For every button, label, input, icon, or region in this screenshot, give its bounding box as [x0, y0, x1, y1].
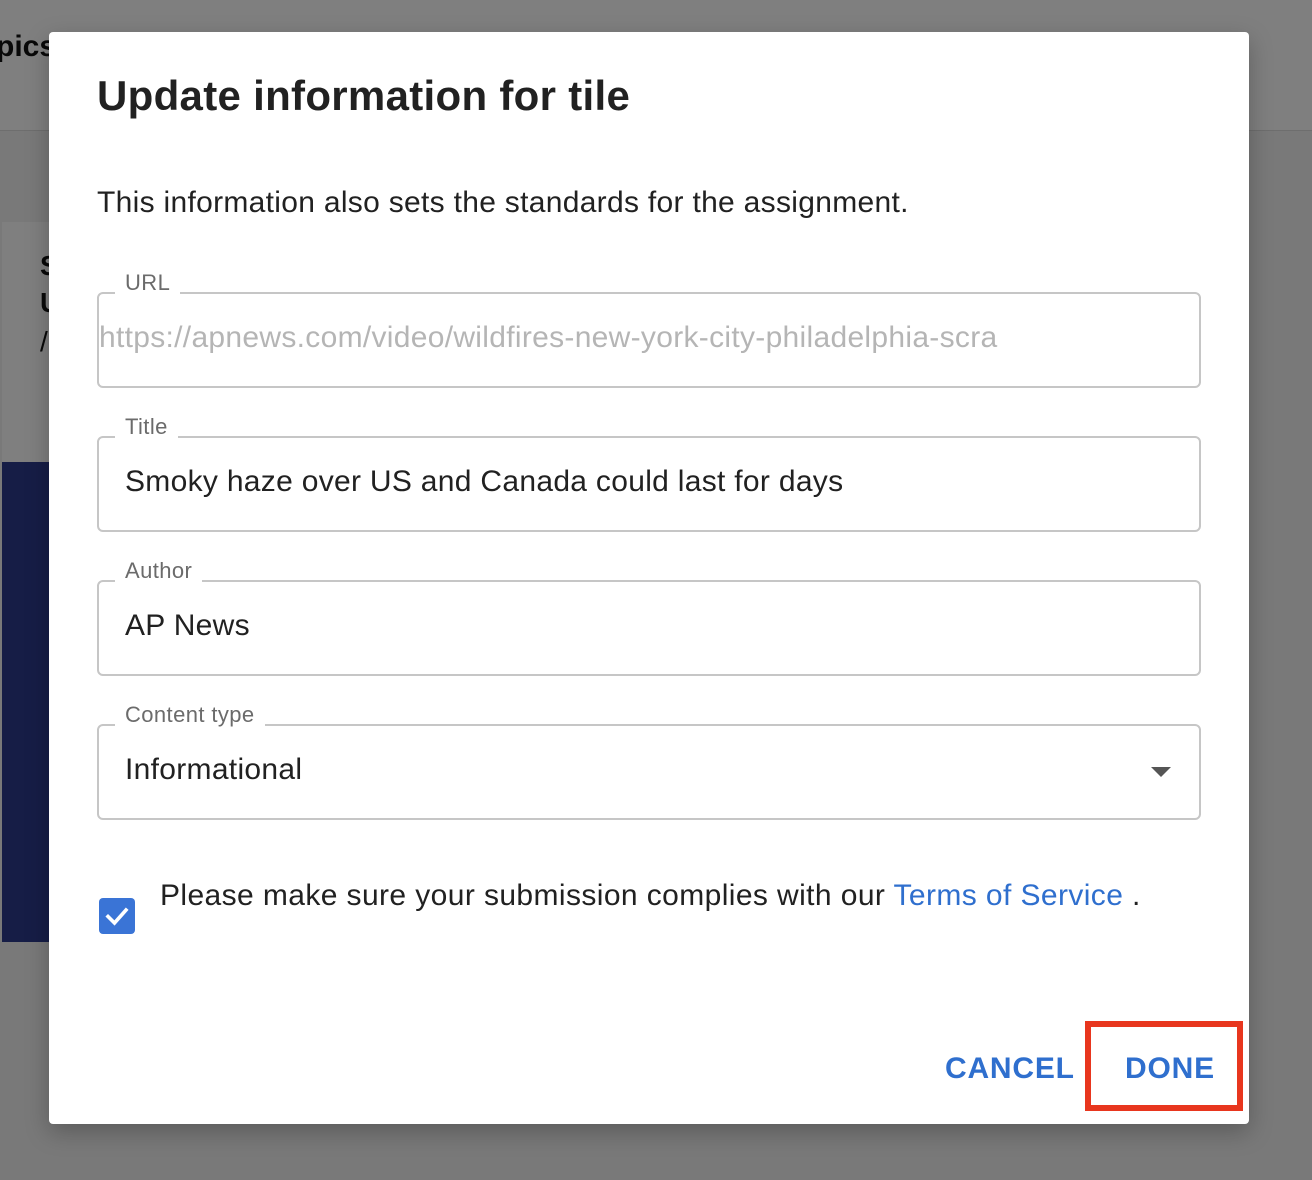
author-field-label: Author — [115, 556, 203, 586]
title-field-value[interactable]: Smoky haze over US and Canada could last… — [125, 462, 1173, 502]
terms-checkbox[interactable] — [99, 898, 135, 934]
content-type-label: Content type — [115, 700, 265, 730]
cancel-button[interactable]: CANCEL — [945, 1052, 1075, 1086]
update-tile-dialog: Update information for tile This informa… — [49, 32, 1249, 1124]
checkmark-icon — [105, 907, 129, 926]
terms-of-service-link[interactable]: Terms of Service — [894, 879, 1124, 912]
chevron-down-icon[interactable] — [1151, 767, 1171, 777]
terms-consent-text: Please make sure your submission complie… — [160, 872, 1170, 920]
consent-text-end: . — [1123, 879, 1141, 912]
consent-text: Please make sure your submission complie… — [160, 879, 894, 912]
content-type-select[interactable]: Content type Informational — [97, 700, 1201, 820]
url-field-label: URL — [115, 268, 181, 298]
done-button[interactable]: DONE — [1125, 1052, 1215, 1086]
title-field-label: Title — [115, 412, 178, 442]
dialog-title: Update information for tile — [97, 72, 631, 119]
url-field: URL https://apnews.com/video/wildfires-n… — [97, 268, 1201, 388]
author-field[interactable]: Author AP News — [97, 556, 1201, 676]
url-field-value: https://apnews.com/video/wildfires-new-y… — [99, 321, 998, 354]
title-field[interactable]: Title Smoky haze over US and Canada coul… — [97, 412, 1201, 532]
dialog-description: This information also sets the standards… — [97, 186, 909, 219]
author-field-value[interactable]: AP News — [125, 606, 1173, 646]
content-type-value[interactable]: Informational — [125, 750, 1173, 790]
